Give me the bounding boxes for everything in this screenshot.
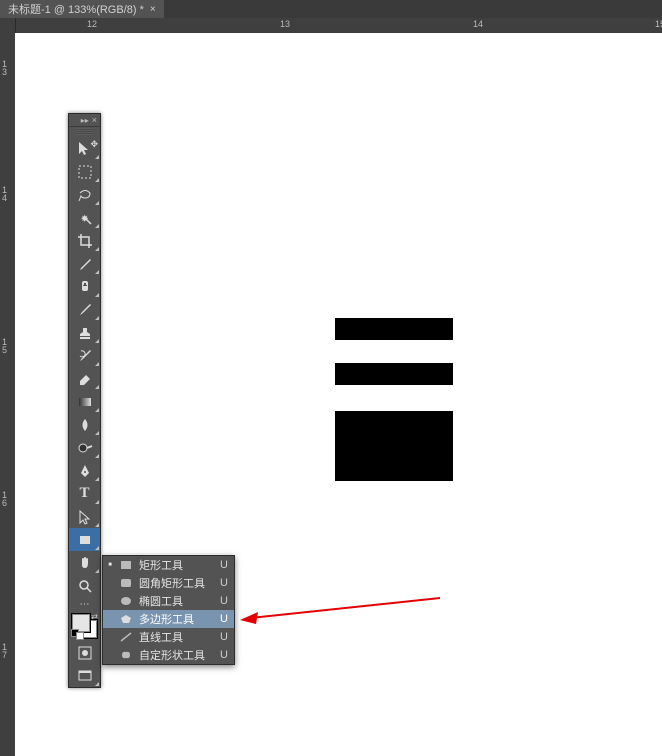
crop-tool[interactable]: [69, 229, 100, 252]
ruler-v-label: 14: [2, 186, 12, 202]
tab-title: 未标题-1 @ 133%(RGB/8) *: [8, 1, 144, 17]
ruler-h-label: 12: [87, 19, 97, 29]
shape-tool-flyout: ■ 矩形工具 U 圆角矩形工具 U 椭圆工具 U 多边形工具 U 直线工具 U …: [102, 555, 235, 665]
ruler-h-label: 14: [473, 19, 483, 29]
canvas-rect: [335, 363, 453, 385]
ruler-v-label: 15: [2, 338, 12, 354]
brush-tool[interactable]: [69, 298, 100, 321]
line-icon: [119, 632, 133, 642]
flyout-label: 直线工具: [139, 629, 214, 645]
flyout-shortcut: U: [220, 631, 228, 643]
screen-mode-toggle[interactable]: [69, 664, 100, 687]
document-tab[interactable]: 未标题-1 @ 133%(RGB/8) * ×: [0, 0, 164, 18]
move-tool[interactable]: ✥: [69, 137, 100, 160]
flyout-rounded-rect-tool[interactable]: 圆角矩形工具 U: [103, 574, 234, 592]
default-colors-icon[interactable]: [71, 628, 87, 640]
flyout-label: 自定形状工具: [139, 647, 214, 663]
flyout-label: 椭圆工具: [139, 593, 214, 609]
ellipse-icon: [119, 596, 133, 606]
zoom-tool[interactable]: [69, 574, 100, 597]
ruler-v-label: 13: [2, 60, 12, 76]
path-selection-tool[interactable]: [69, 505, 100, 528]
ruler-v-label: 16: [2, 491, 12, 507]
shape-tool[interactable]: [69, 528, 100, 551]
flyout-shortcut: U: [220, 559, 228, 571]
ruler-horizontal: 12 13 14 15: [15, 18, 662, 34]
rounded-rect-icon: [119, 578, 133, 588]
ruler-vertical: 13 14 15 16 17: [0, 18, 16, 756]
flyout-polygon-tool[interactable]: 多边形工具 U: [103, 610, 234, 628]
panel-grip[interactable]: [75, 128, 94, 135]
gradient-tool[interactable]: [69, 390, 100, 413]
type-tool[interactable]: T: [69, 482, 100, 505]
tool-panel: ▸▸ × ✥ T ⋯ ⇄: [68, 113, 101, 688]
edit-toolbar[interactable]: ⋯: [69, 597, 100, 611]
history-brush-tool[interactable]: [69, 344, 100, 367]
stamp-tool[interactable]: [69, 321, 100, 344]
dodge-tool[interactable]: [69, 436, 100, 459]
ruler-h-label: 15: [655, 19, 662, 29]
polygon-icon: [119, 614, 133, 624]
eraser-tool[interactable]: [69, 367, 100, 390]
ruler-h-label: 13: [280, 19, 290, 29]
flyout-shortcut: U: [220, 595, 228, 607]
color-swatches[interactable]: ⇄: [69, 611, 100, 641]
flyout-shortcut: U: [220, 649, 228, 661]
flyout-label: 矩形工具: [139, 557, 214, 573]
collapse-icon[interactable]: ▸▸: [81, 116, 89, 125]
ruler-v-label: 17: [2, 643, 12, 659]
flyout-shortcut: U: [220, 613, 228, 625]
flyout-custom-shape-tool[interactable]: 自定形状工具 U: [103, 646, 234, 664]
flyout-line-tool[interactable]: 直线工具 U: [103, 628, 234, 646]
flyout-rect-tool[interactable]: ■ 矩形工具 U: [103, 556, 234, 574]
custom-shape-icon: [119, 650, 133, 660]
panel-header: ▸▸ ×: [69, 114, 100, 127]
lasso-tool[interactable]: [69, 183, 100, 206]
pen-tool[interactable]: [69, 459, 100, 482]
blur-tool[interactable]: [69, 413, 100, 436]
flyout-shortcut: U: [220, 577, 228, 589]
active-marker: ■: [107, 562, 113, 568]
eyedropper-tool[interactable]: [69, 252, 100, 275]
tab-bar: 未标题-1 @ 133%(RGB/8) * ×: [0, 0, 662, 18]
close-icon[interactable]: ×: [150, 4, 156, 15]
flyout-label: 圆角矩形工具: [139, 575, 214, 591]
healing-brush-tool[interactable]: [69, 275, 100, 298]
canvas-rect: [335, 318, 453, 340]
rect-icon: [119, 560, 133, 570]
hand-tool[interactable]: [69, 551, 100, 574]
quick-mask-toggle[interactable]: [69, 641, 100, 664]
canvas-rect: [335, 411, 453, 481]
close-icon[interactable]: ×: [92, 115, 97, 125]
marquee-tool[interactable]: [69, 160, 100, 183]
magic-wand-tool[interactable]: [69, 206, 100, 229]
flyout-label: 多边形工具: [139, 611, 214, 627]
flyout-ellipse-tool[interactable]: 椭圆工具 U: [103, 592, 234, 610]
